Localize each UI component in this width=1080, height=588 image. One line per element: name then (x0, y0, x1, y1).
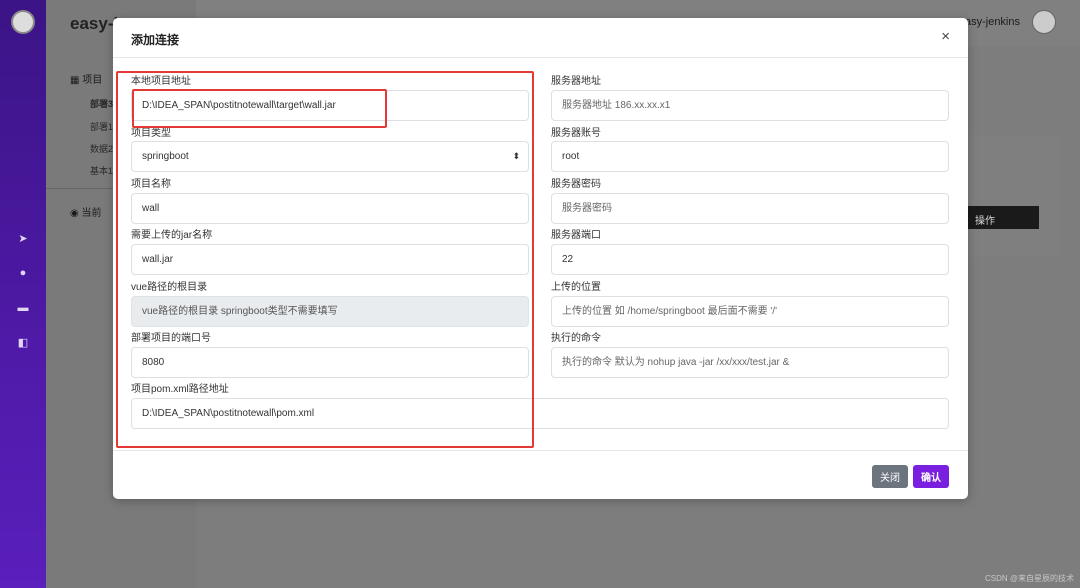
modal-title: 添加连接 (131, 33, 180, 47)
pom-path-input[interactable]: D:\IDEA_SPAN\postitnotewall\pom.xml (131, 398, 949, 429)
sidebar-subitem[interactable]: 数据2 (90, 142, 113, 155)
server-address-input[interactable]: 服务器地址 186.xx.xx.x1 (551, 90, 949, 121)
watermark: CSDN @来自星辰的技术 (984, 574, 1074, 583)
pom-path-label: 项目pom.xml路径地址 (131, 384, 229, 395)
select-caret-icon: ⬍ (512, 151, 520, 161)
chat-icon[interactable]: ◧ (17, 337, 29, 349)
sidebar-section-projects[interactable]: ▦ 项目 (70, 71, 102, 86)
server-account-input[interactable]: root (551, 141, 949, 172)
upload-location-input[interactable]: 上传的位置 如 /home/springboot 最后面不需要 '/' (551, 296, 949, 327)
close-button[interactable]: 关闭 (872, 465, 908, 488)
server-port-input[interactable]: 22 (551, 244, 949, 275)
local-path-label: 本地项目地址 (131, 76, 191, 87)
server-password-label: 服务器密码 (551, 179, 601, 190)
globe-icon: ◉ (70, 208, 82, 219)
server-port-label: 服务器端口 (551, 230, 601, 241)
rocket-icon[interactable]: ➤ (17, 233, 29, 245)
jar-name-label: 需要上传的jar名称 (131, 230, 213, 241)
vue-root-label: vue路径的根目录 (131, 282, 208, 293)
modal-footer: 关闭 确认 (113, 450, 968, 499)
deploy-port-label: 部署项目的端口号 (131, 333, 211, 344)
exec-command-label: 执行的命令 (551, 333, 601, 344)
sidebar-subitem[interactable]: 基本1 (90, 164, 113, 177)
operation-header: 操作 (965, 206, 1039, 229)
inbox-icon[interactable]: ▬ (17, 302, 29, 314)
left-rail: ➤ ● ▬ ◧ (0, 0, 46, 588)
add-connection-modal: 添加连接 × 本地项目地址 D:\IDEA_SPAN\postitnotewal… (113, 18, 968, 499)
jar-name-input[interactable]: wall.jar (131, 244, 529, 275)
sidebar-subitem[interactable]: 部署3 (90, 97, 113, 110)
project-name-input[interactable]: wall (131, 193, 529, 224)
project-name-label: 项目名称 (131, 179, 171, 190)
grid-icon: ▦ (70, 75, 83, 86)
sidebar-subitem[interactable]: 部署1 (90, 120, 113, 133)
server-password-input[interactable]: 服务器密码 (551, 193, 949, 224)
project-type-label: 项目类型 (131, 128, 171, 139)
server-account-label: 服务器账号 (551, 128, 601, 139)
close-icon[interactable]: × (941, 29, 950, 45)
globe-icon[interactable]: ● (17, 267, 29, 279)
deploy-port-input[interactable]: 8080 (131, 347, 529, 378)
project-type-select[interactable]: springboot ⬍ (131, 141, 529, 172)
avatar[interactable] (1032, 10, 1056, 34)
local-path-input[interactable]: D:\IDEA_SPAN\postitnotewall\target\wall.… (131, 90, 529, 121)
app-logo (11, 10, 35, 34)
server-address-label: 服务器地址 (551, 76, 601, 87)
vue-root-input[interactable]: vue路径的根目录 springboot类型不需要填写 (131, 296, 529, 327)
sidebar-section-current[interactable]: ◉ 当前 (70, 204, 102, 219)
modal-header: 添加连接 × (113, 18, 968, 58)
exec-command-input[interactable]: 执行的命令 默认为 nohup java -jar /xx/xxx/test.j… (551, 347, 949, 378)
project-type-value: springboot (142, 151, 189, 162)
user-name[interactable]: easy-jenkins (959, 16, 1020, 28)
upload-location-label: 上传的位置 (551, 282, 601, 293)
confirm-button[interactable]: 确认 (913, 465, 949, 488)
